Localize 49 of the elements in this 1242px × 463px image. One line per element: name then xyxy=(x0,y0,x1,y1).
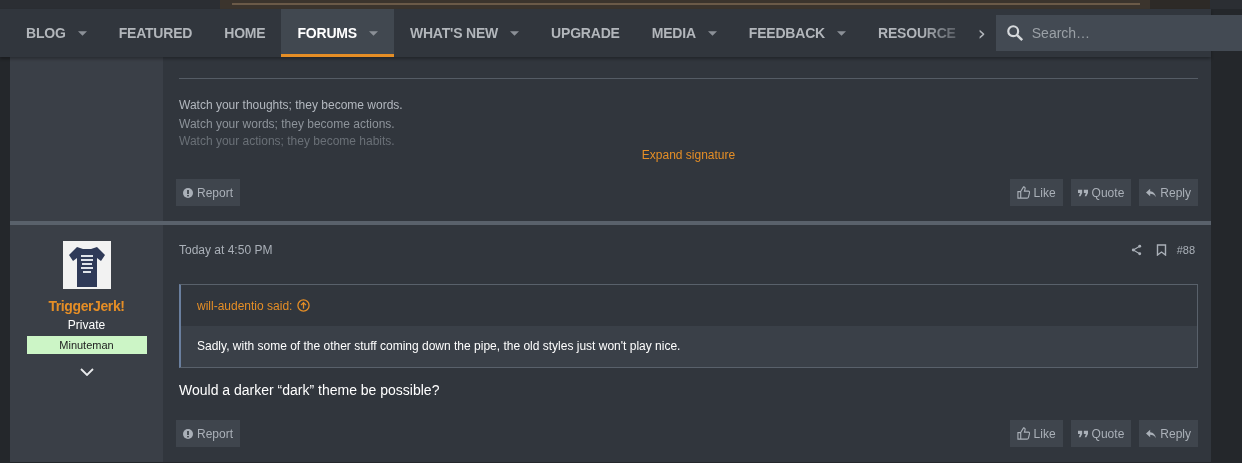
quote-author-link[interactable]: will-audentio said: xyxy=(197,298,293,313)
chevron-icon[interactable] xyxy=(79,368,94,376)
user-rank: Private xyxy=(67,318,106,332)
more-button[interactable]: › xyxy=(971,9,996,57)
reply-arrow-icon xyxy=(1146,187,1157,198)
share-icon[interactable] xyxy=(1130,244,1142,256)
thumbs-up-icon xyxy=(1016,427,1030,440)
thumbs-up-icon xyxy=(1016,186,1030,199)
report-button[interactable]: Report xyxy=(176,179,241,206)
caret-icon[interactable] xyxy=(368,30,378,36)
caret-icon[interactable] xyxy=(77,30,87,36)
alert-icon xyxy=(183,428,193,439)
user-banner: Minuteman xyxy=(26,336,147,354)
post-text: Would a darker “dark” theme be possible? xyxy=(179,382,441,398)
nav-tab[interactable]: HOME xyxy=(208,9,282,57)
caret-icon[interactable] xyxy=(510,30,520,36)
caret-icon[interactable] xyxy=(837,30,846,36)
signature-line: Watch your thoughts; they become words. xyxy=(179,97,404,114)
nav-tab[interactable]: FEATURED xyxy=(102,9,209,57)
quote-marks-icon xyxy=(1077,187,1088,198)
bookmark-icon[interactable] xyxy=(1155,244,1167,256)
quote-button[interactable]: Quote xyxy=(1070,179,1132,206)
search-icon xyxy=(1005,24,1024,42)
signature-line: Watch your actions; they become habits. xyxy=(179,134,396,148)
nav-tab[interactable]: FORUMS xyxy=(281,9,394,57)
report-button[interactable]: Report xyxy=(176,420,241,447)
caret-icon[interactable] xyxy=(707,30,717,36)
up-arrow-icon[interactable] xyxy=(297,299,311,312)
nav-tab[interactable]: RESOURCE xyxy=(862,9,972,57)
reply-button[interactable]: Reply xyxy=(1139,420,1198,447)
like-button[interactable]: Like xyxy=(1009,420,1063,447)
alert-icon xyxy=(183,187,193,198)
post-time[interactable]: Today at 4:50 PM xyxy=(179,243,273,257)
username-link[interactable]: TriggerJerk! xyxy=(48,298,125,314)
reply-arrow-icon xyxy=(1146,428,1157,439)
reply-button[interactable]: Reply xyxy=(1139,179,1198,206)
search-field[interactable]: Search… xyxy=(995,15,1242,51)
nav-tab[interactable]: FEEDBACK xyxy=(732,9,862,57)
nav-tab[interactable]: WHAT'S NEW xyxy=(393,9,536,57)
signature-line: Watch your words; they become actions. xyxy=(179,116,396,133)
nav-tab[interactable]: UPGRADE xyxy=(535,9,636,57)
post-number-link[interactable]: #88 xyxy=(1176,244,1195,256)
expand-signature-link[interactable]: Expand signature xyxy=(641,148,736,162)
nav-tab[interactable]: BLOG xyxy=(10,9,103,57)
quote-button[interactable]: Quote xyxy=(1070,420,1132,447)
nav-tab[interactable]: MEDIA xyxy=(635,9,733,57)
quote-text: Sadly, with some of the other stuff coming down the pipe, the old styles just won't play nice. xyxy=(181,326,1197,367)
like-button[interactable]: Like xyxy=(1009,179,1063,206)
quote-marks-icon xyxy=(1077,428,1088,439)
